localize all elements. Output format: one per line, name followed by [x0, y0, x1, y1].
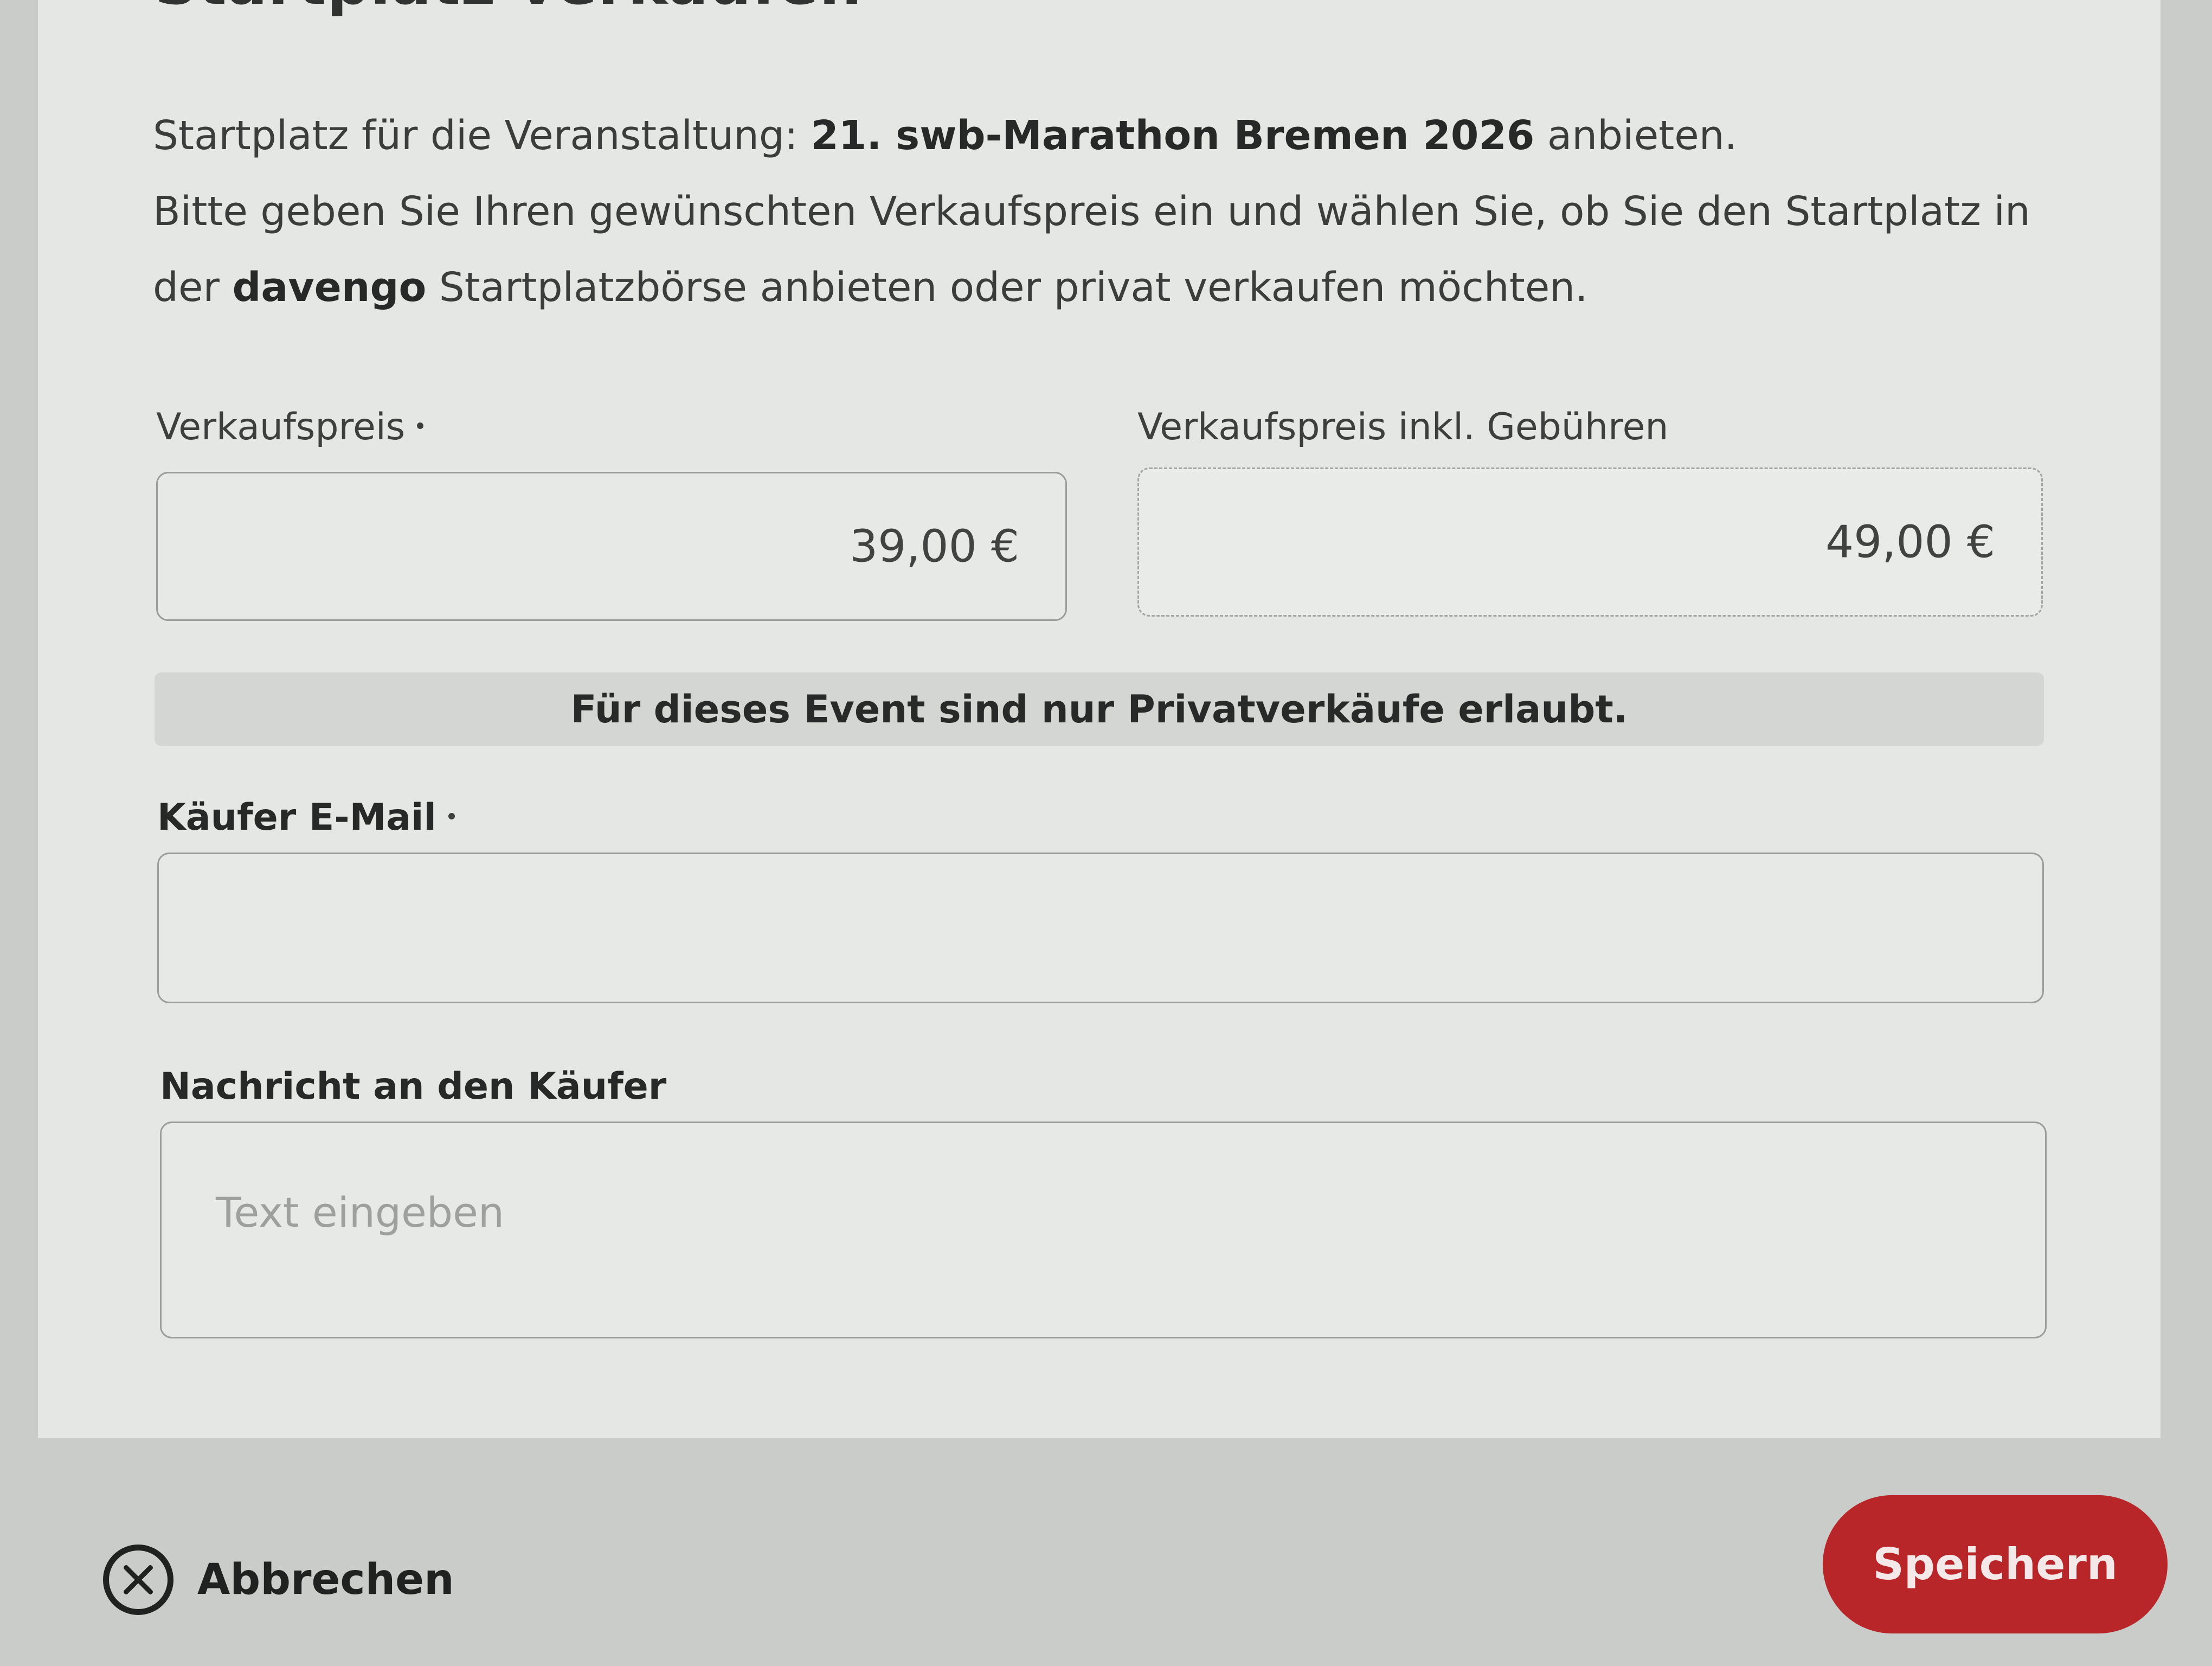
brand-name: davengo — [232, 264, 427, 311]
close-circle-icon — [103, 1545, 173, 1615]
intro-line-1: Startplatz für die Veranstaltung: 21. sw… — [153, 98, 2105, 174]
price-incl-fees-label: Verkaufspreis inkl. Gebühren — [1137, 406, 1669, 448]
message-textarea[interactable] — [160, 1122, 2047, 1338]
intro-line-3-suffix: Startplatzbörse anbieten oder privat ver… — [426, 264, 1588, 311]
sell-startplace-dialog: Startplatz verkaufen Startplatz für die … — [38, 0, 2160, 1438]
intro-line-2: Bitte geben Sie Ihren gewünschten Verkau… — [153, 188, 2030, 235]
buyer-email-label: Käufer E-Mail — [157, 796, 455, 839]
event-name: 21. swb-Marathon Bremen 2026 — [811, 112, 1535, 159]
intro-line-1-suffix: anbieten. — [1534, 112, 1738, 159]
price-incl-fees-value: 49,00 € — [1825, 516, 1995, 568]
price-label-text: Verkaufspreis — [156, 406, 406, 448]
intro-line-1-prefix: Startplatz für die Veranstaltung: — [153, 112, 811, 159]
price-label: Verkaufspreis — [156, 406, 424, 448]
cancel-button[interactable]: Abbrechen — [103, 1539, 454, 1620]
cancel-label: Abbrechen — [197, 1555, 454, 1604]
message-label: Nachricht an den Käufer — [160, 1065, 667, 1108]
private-sale-notice: Für dieses Event sind nur Privatverkäufe… — [155, 672, 2044, 746]
price-value: 39,00 € — [850, 521, 1019, 572]
save-button[interactable]: Speichern — [1823, 1495, 2168, 1633]
required-indicator — [417, 422, 424, 430]
price-incl-fees-field: 49,00 € — [1137, 467, 2043, 617]
price-input[interactable]: 39,00 € — [156, 472, 1067, 621]
intro-line-3: der davengo Startplatzbörse anbieten ode… — [153, 249, 2105, 325]
required-indicator — [448, 813, 455, 820]
intro-line-3-prefix: der — [153, 264, 233, 311]
dialog-title: Startplatz verkaufen — [155, 0, 862, 18]
buyer-email-input[interactable] — [157, 853, 2044, 1003]
intro-text: Startplatz für die Veranstaltung: 21. sw… — [153, 98, 2105, 325]
buyer-email-label-text: Käufer E-Mail — [157, 796, 436, 839]
